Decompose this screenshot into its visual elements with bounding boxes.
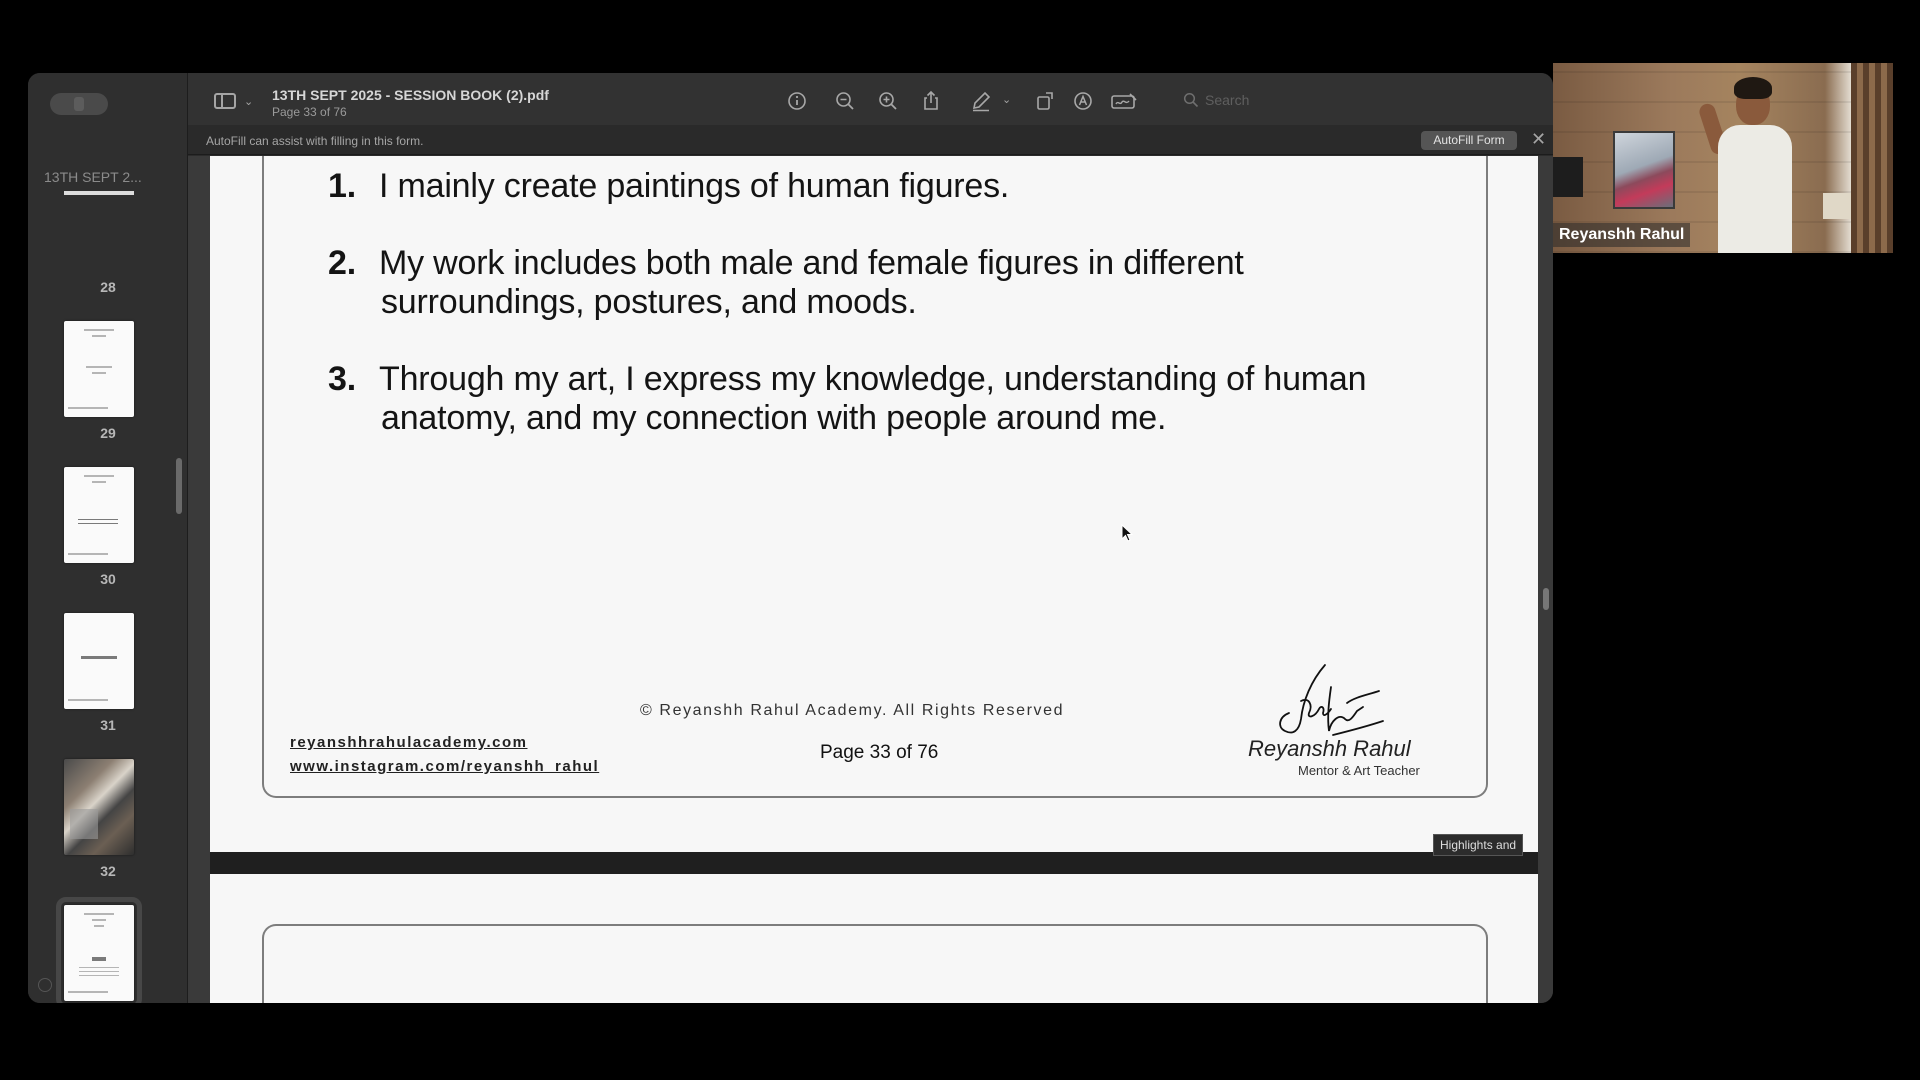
autofill-message: AutoFill can assist with filling in this…	[206, 134, 424, 148]
instagram-link[interactable]: www.instagram.com/reyanshh_rahul	[290, 758, 599, 775]
thumbnail-32[interactable]: 32	[28, 759, 188, 889]
sidebar-scrollbar[interactable]	[176, 458, 182, 514]
thumbnail-29[interactable]: 29	[28, 321, 188, 451]
thumbnail-page[interactable]	[64, 613, 134, 709]
thumbnail-page[interactable]	[56, 897, 142, 1003]
thumbnail-number: 29	[100, 425, 116, 441]
list-item-3: 3. Through my art, I express my knowledge…	[328, 360, 1367, 437]
tooltip: Highlights and	[1433, 834, 1524, 856]
document-view[interactable]: 1. I mainly create paintings of human fig…	[188, 156, 1553, 1003]
annotate-icon[interactable]	[1072, 90, 1094, 112]
pdf-viewer-window: 13TH SEPT 2... 28 29 30 31 32 ⌄ 13TH SEP…	[28, 73, 1553, 1003]
sidebar-doc-title: 13TH SEPT 2...	[44, 169, 142, 185]
info-icon[interactable]	[786, 90, 808, 112]
website-link[interactable]: reyanshhrahulacademy.com	[290, 734, 527, 751]
thumbnail-31[interactable]: 31	[28, 613, 188, 743]
autofill-form-button[interactable]: AutoFill Form	[1421, 131, 1517, 150]
share-icon[interactable]	[920, 90, 942, 112]
thumbnail-number: 31	[100, 717, 116, 733]
signature-name: Reyanshh Rahul	[1248, 736, 1411, 761]
chevron-down-icon[interactable]: ⌄	[1002, 93, 1011, 106]
thumbnail-sidebar: 13TH SEPT 2... 28 29 30 31 32	[28, 73, 188, 1003]
sidebar-options-icon[interactable]	[38, 978, 52, 992]
list-item-text: Through my art, I express my knowledge, …	[379, 360, 1367, 398]
participant-video-tile[interactable]: Reyanshh Rahul	[1553, 63, 1893, 253]
close-icon[interactable]: ✕	[1531, 129, 1546, 149]
thumbnail-page[interactable]	[64, 467, 134, 563]
document-title: 13TH SEPT 2025 - SESSION BOOK (2).pdf	[272, 87, 549, 103]
autofill-banner: AutoFill can assist with filling in this…	[188, 125, 1553, 155]
toolbar: ⌄ 13TH SEPT 2025 - SESSION BOOK (2).pdf …	[188, 73, 1553, 125]
search-input[interactable]	[1205, 89, 1295, 111]
page-border	[262, 924, 1488, 1003]
signature-role: Mentor & Art Teacher	[1298, 763, 1420, 778]
sidebar-toggle-icon[interactable]	[214, 93, 236, 109]
mouse-cursor-icon	[1121, 524, 1133, 542]
rotate-icon[interactable]	[1034, 90, 1056, 112]
list-item-text: I mainly create paintings of human figur…	[379, 167, 1010, 205]
thumbnail-33[interactable]: 33	[28, 897, 188, 1003]
thumbnail-page[interactable]	[64, 321, 134, 417]
zoom-in-icon[interactable]	[877, 90, 899, 112]
signature-scribble	[1279, 664, 1384, 736]
markup-pen-icon[interactable]	[970, 90, 992, 112]
pdf-page-33: 1. I mainly create paintings of human fig…	[210, 156, 1538, 852]
list-item-1: 1. I mainly create paintings of human fig…	[328, 167, 1010, 205]
zoom-out-icon[interactable]	[834, 90, 856, 112]
chevron-down-icon[interactable]: ⌄	[244, 95, 253, 108]
document-page-indicator: Page 33 of 76	[272, 105, 347, 119]
page-number-label: Page 33 of 76	[820, 742, 939, 763]
thumbnail-number: 32	[100, 863, 116, 879]
list-item-text: anatomy, and my connection with people a…	[381, 399, 1167, 437]
background-painting	[1613, 131, 1675, 209]
pdf-page-34	[210, 874, 1538, 1003]
list-item-text: My work includes both male and female fi…	[379, 244, 1244, 282]
thumbnail-28-page[interactable]	[64, 191, 134, 195]
participant-name-tag: Reyanshh Rahul	[1553, 223, 1691, 247]
list-item-2: 2. My work includes both male and female …	[328, 244, 1244, 321]
page-separator	[210, 852, 1538, 874]
list-item-text: surroundings, postures, and moods.	[381, 283, 917, 321]
thumbnail-30[interactable]: 30	[28, 467, 188, 597]
thumbnail-number: 30	[100, 571, 116, 587]
search-field[interactable]	[1183, 89, 1303, 111]
search-icon	[1183, 92, 1199, 108]
thumbnail-number: 28	[100, 279, 116, 295]
document-scrollbar[interactable]	[1543, 588, 1549, 610]
window-controls[interactable]	[50, 93, 108, 115]
signature-icon[interactable]	[1110, 90, 1138, 112]
copyright-text: © Reyanshh Rahul Academy. All Rights Res…	[640, 702, 1065, 719]
thumbnail-page[interactable]	[64, 759, 134, 855]
